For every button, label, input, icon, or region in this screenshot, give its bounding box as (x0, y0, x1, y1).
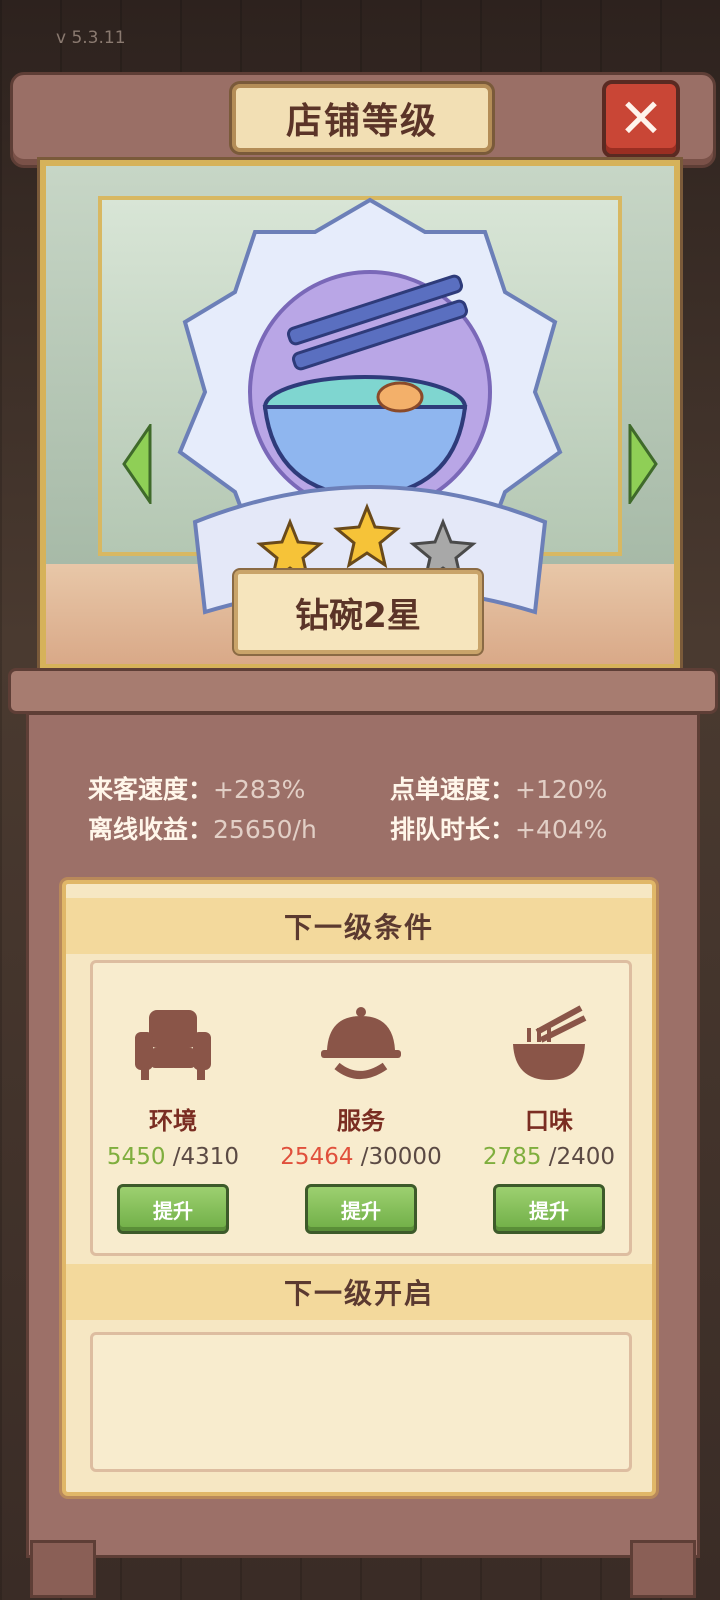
serving-cloche-icon (321, 1007, 401, 1079)
level-badge (177, 197, 563, 615)
stat-queue-time: 排队时长：+404% (390, 810, 607, 846)
panel-foot-right (630, 1540, 696, 1598)
close-button[interactable]: ✕ (602, 80, 680, 158)
stat-guest-speed: 来客速度：+283% (88, 770, 305, 806)
close-icon: ✕ (618, 87, 664, 150)
version-label: v 5.3.11 (56, 28, 126, 48)
panel-title: 店铺等级 (232, 84, 492, 152)
condition-required: /30000 (360, 1144, 442, 1170)
condition-progress: 25464 /30000 (271, 1144, 451, 1170)
noodle-bowl-icon (513, 1005, 587, 1080)
previous-level-button[interactable] (122, 424, 152, 504)
condition-required: /2400 (548, 1144, 616, 1170)
shelf-top (8, 668, 718, 714)
stat-label: 点单速度： (390, 775, 516, 804)
condition-progress: 2785 /2400 (459, 1144, 639, 1170)
condition-current: 5450 (106, 1144, 166, 1170)
upgrade-taste-button[interactable]: 提升 (493, 1184, 605, 1234)
stat-value: +283% (213, 775, 306, 804)
condition-taste: 口味 2785 /2400 提升 (459, 999, 639, 1234)
conditions-box: 环境 5450 /4310 提升 服务 25464 /30000 提升 口味 2… (90, 960, 632, 1256)
stat-offline-income: 离线收益：25650/h (88, 810, 317, 846)
stat-label: 来客速度： (88, 775, 214, 804)
armchair-icon (135, 1010, 211, 1080)
condition-environment: 环境 5450 /4310 提升 (83, 999, 263, 1234)
condition-current: 25464 (280, 1144, 354, 1170)
upgrade-environment-button[interactable]: 提升 (117, 1184, 229, 1234)
next-level-panel: 下一级条件 环境 5450 /4310 提升 服务 25464 /30000 提… (62, 880, 656, 1496)
stat-order-speed: 点单速度：+120% (390, 770, 607, 806)
arrow-left-icon (122, 424, 152, 504)
condition-label: 环境 (149, 1107, 197, 1135)
upgrade-service-button[interactable]: 提升 (305, 1184, 417, 1234)
condition-label: 口味 (525, 1107, 573, 1135)
condition-required: /4310 (172, 1144, 240, 1170)
condition-service: 服务 25464 /30000 提升 (271, 999, 451, 1234)
panel-foot-left (30, 1540, 96, 1598)
condition-progress: 5450 /4310 (83, 1144, 263, 1170)
condition-current: 2785 (482, 1144, 542, 1170)
next-level-button[interactable] (628, 424, 658, 504)
stat-value: +120% (515, 775, 608, 804)
unlock-box (90, 1332, 632, 1472)
stat-value: 25650/h (213, 815, 317, 844)
stat-value: +404% (515, 815, 608, 844)
unlock-title: 下一级开启 (66, 1264, 652, 1320)
level-name-plate: 钻碗2星 (234, 570, 482, 654)
stat-label: 离线收益： (88, 815, 214, 844)
condition-label: 服务 (337, 1107, 385, 1135)
conditions-title: 下一级条件 (66, 898, 652, 954)
stat-label: 排队时长： (390, 815, 516, 844)
arrow-right-icon (628, 424, 658, 504)
